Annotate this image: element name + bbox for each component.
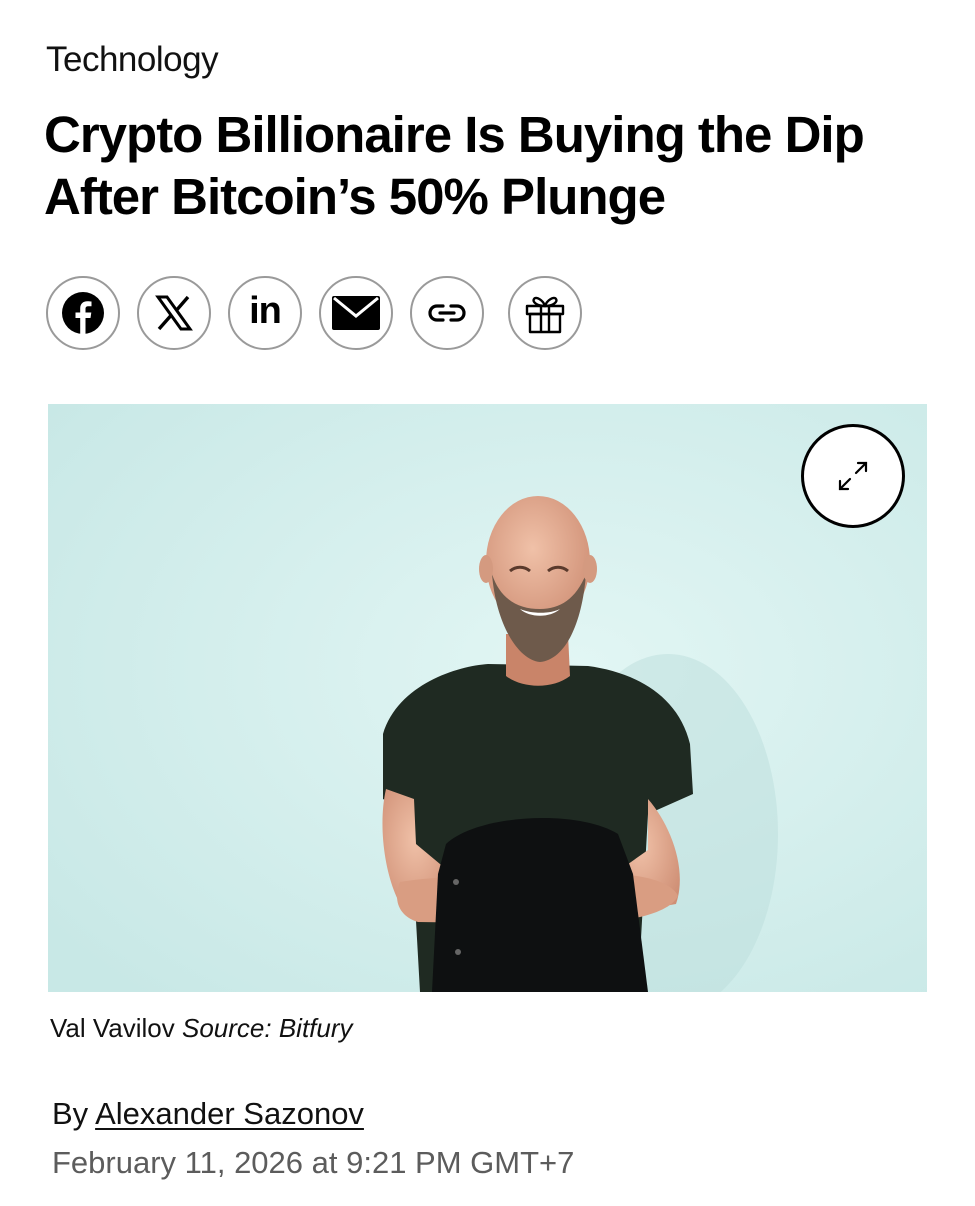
byline-prefix: By: [52, 1096, 89, 1131]
headline: Crypto Billionaire Is Buying the Dip Aft…: [44, 106, 865, 225]
publish-date: February 11, 2026 at 9:21 PM GMT+7: [52, 1145, 575, 1180]
copy-link-button[interactable]: [410, 276, 484, 350]
caption-credit: Source: Bitfury: [182, 1013, 353, 1043]
expand-image-button[interactable]: [801, 424, 905, 528]
share-facebook-button[interactable]: [46, 276, 120, 350]
share-linkedin-button[interactable]: in: [228, 276, 302, 350]
linkedin-icon: in: [249, 290, 282, 332]
gift-icon: [525, 296, 565, 334]
gift-article-button[interactable]: [508, 276, 582, 350]
section-label[interactable]: Technology: [46, 38, 219, 82]
hero-image[interactable]: [48, 404, 927, 992]
link-icon: [428, 304, 466, 322]
byline: By Alexander Sazonov: [52, 1094, 364, 1134]
share-x-button[interactable]: [137, 276, 211, 350]
x-icon: [155, 295, 193, 331]
facebook-icon: [62, 292, 104, 334]
mail-icon: [332, 296, 380, 330]
caption-subject: Val Vavilov: [50, 1013, 175, 1043]
author-link[interactable]: Alexander Sazonov: [95, 1096, 364, 1131]
image-caption: Val Vavilov Source: Bitfury: [50, 1011, 353, 1045]
portrait-photo: [48, 404, 927, 992]
expand-arrows-icon: [838, 461, 868, 491]
share-email-button[interactable]: [319, 276, 393, 350]
